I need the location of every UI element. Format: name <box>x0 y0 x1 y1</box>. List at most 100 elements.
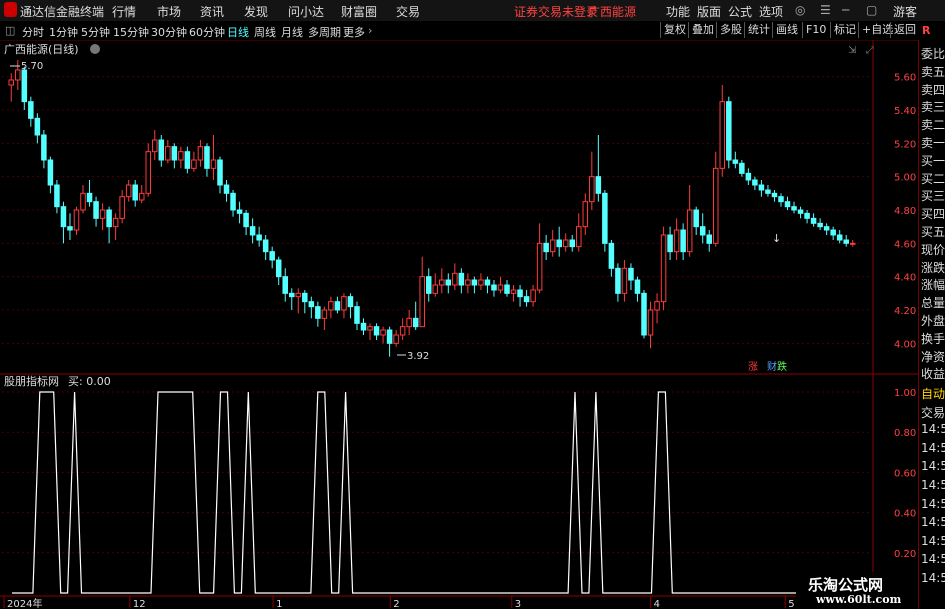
x-tick-label: 2024年 <box>7 597 42 609</box>
candle-body <box>504 284 510 294</box>
period-tab-5m[interactable]: 5分钟 <box>81 24 110 40</box>
menu-item-ask[interactable]: 问小达 <box>288 3 324 20</box>
restore-icon[interactable]: ▢ <box>866 3 877 17</box>
btn-overlay[interactable]: 叠加 <box>688 22 717 38</box>
menu-item-market[interactable]: 市场 <box>157 3 181 20</box>
btn-mark[interactable]: 标记 <box>830 22 859 38</box>
x-tick-label: 1 <box>276 599 282 609</box>
indicator-title: 股朋指标网 <box>4 374 59 388</box>
candle-body <box>125 184 132 198</box>
candle-body <box>465 279 471 286</box>
menu-item-options[interactable]: 选项 <box>759 3 783 20</box>
main-y-axis: 5.60 5.40 5.20 5.00 4.80 4.60 4.40 4.20 4.00 <box>894 73 916 351</box>
y-tick-label: 5.00 <box>894 173 916 184</box>
candle-body <box>171 146 178 161</box>
period-tab-30m[interactable]: 30分钟 <box>151 24 187 40</box>
support-icon[interactable]: ◎ <box>795 3 805 17</box>
btn-draw[interactable]: 画线 <box>772 22 801 38</box>
candle-body <box>726 101 732 161</box>
menu-item-news[interactable]: 资讯 <box>200 3 224 20</box>
title-dropdown-icon[interactable] <box>90 44 100 54</box>
user-label[interactable]: 游客 <box>893 3 917 20</box>
btn-stats[interactable]: 统计 <box>744 22 773 38</box>
candle-body <box>347 296 354 308</box>
quote-panel-label: 委比 <box>921 47 945 61</box>
chart-pin-icon[interactable]: ⇲ <box>848 45 857 56</box>
period-tab-multi[interactable]: 多周期 <box>308 24 341 40</box>
minimize-icon[interactable]: ─ <box>842 3 849 17</box>
trade-login-notice[interactable]: 证券交易未登录 <box>514 3 598 20</box>
candle-body <box>771 192 778 198</box>
quote-panel-label: 买二 <box>921 171 945 186</box>
candle-body <box>47 159 54 186</box>
candle-body <box>621 267 628 294</box>
candle-body <box>341 296 347 311</box>
candle-body <box>458 272 465 286</box>
candle-body <box>367 326 373 331</box>
candle-body <box>308 301 315 308</box>
period-tab-month[interactable]: 月线 <box>281 24 303 40</box>
candle-body <box>830 229 836 236</box>
candle-body <box>302 292 308 303</box>
candle-body <box>549 239 556 253</box>
candle-body <box>249 226 256 236</box>
candle-body <box>119 196 125 219</box>
sidebar-toggle-icon[interactable]: ◫ <box>5 24 15 37</box>
period-tab-week[interactable]: 周线 <box>254 24 276 40</box>
quote-panel-label: 自动 <box>921 387 945 401</box>
candle-body <box>628 267 634 281</box>
badge-finance[interactable]: 财 <box>767 360 777 373</box>
period-tab-60m[interactable]: 60分钟 <box>189 24 225 40</box>
badge-up[interactable]: 涨 <box>748 361 758 373</box>
candle-body <box>752 179 758 186</box>
period-tab-more[interactable]: 更多 <box>343 24 365 40</box>
stock-link[interactable]: 广西能源 <box>588 3 636 20</box>
menu-item-formula[interactable]: 公式 <box>728 3 752 20</box>
menu-item-discover[interactable]: 发现 <box>244 3 268 20</box>
candle-body <box>471 279 478 286</box>
r-badge-icon[interactable]: R <box>922 24 930 37</box>
candle-body <box>595 176 602 194</box>
menu-item-function[interactable]: 功能 <box>666 3 690 20</box>
y-tick-label: 4.20 <box>894 306 916 317</box>
candle-body <box>295 292 302 298</box>
candle-body <box>641 292 647 336</box>
menu-item-quotes[interactable]: 行情 <box>112 3 136 20</box>
quote-panel-label: 卖二 <box>921 118 945 133</box>
indicator-series-label: 买: 0.00 <box>68 375 111 388</box>
candle-body <box>562 239 569 248</box>
candle-body <box>615 267 621 294</box>
candle-body <box>419 276 425 328</box>
candle-body <box>184 151 191 169</box>
btn-f10[interactable]: F10 <box>802 22 829 38</box>
candle-body <box>60 206 67 228</box>
menu-item-wealth[interactable]: 财富圈 <box>341 3 377 20</box>
btn-adjust[interactable]: 复权 <box>660 22 689 38</box>
btn-back[interactable]: 返回 <box>890 22 919 38</box>
candle-body <box>536 242 543 291</box>
period-tab-day[interactable]: 日线 <box>227 24 249 40</box>
x-tick-label: 12 <box>133 599 146 609</box>
period-tab-1m[interactable]: 1分钟 <box>49 24 78 40</box>
candle-body <box>197 146 204 161</box>
period-tab-time[interactable]: 分时 <box>22 24 44 40</box>
quote-panel-label: 涨跌 <box>921 260 945 275</box>
badge-down[interactable]: 跌 <box>777 360 787 373</box>
chevron-right-icon[interactable]: › <box>368 24 372 37</box>
menu-icon[interactable]: ☰ <box>820 3 831 17</box>
candle-body <box>210 159 217 169</box>
candle-body <box>315 306 321 319</box>
menu-item-trade[interactable]: 交易 <box>396 3 420 20</box>
period-tab-15m[interactable]: 15分钟 <box>113 24 149 40</box>
candle-body <box>732 159 739 164</box>
candle-body <box>745 172 752 181</box>
candle-body <box>399 326 406 336</box>
indicator-y-axis: 1.00 0.80 0.60 0.40 0.20 <box>894 388 916 560</box>
menu-item-layout[interactable]: 版面 <box>697 3 721 20</box>
candle-body <box>478 279 484 286</box>
btn-multistock[interactable]: 多股 <box>716 22 745 38</box>
candle-body <box>810 217 817 224</box>
period-toolbar: ◫ 分时 1分钟 5分钟 15分钟 30分钟 60分钟 日线 周线 月线 多周期… <box>0 21 945 41</box>
main-chart-title: 广西能源(日线) <box>4 42 79 56</box>
candle-body <box>223 184 230 194</box>
